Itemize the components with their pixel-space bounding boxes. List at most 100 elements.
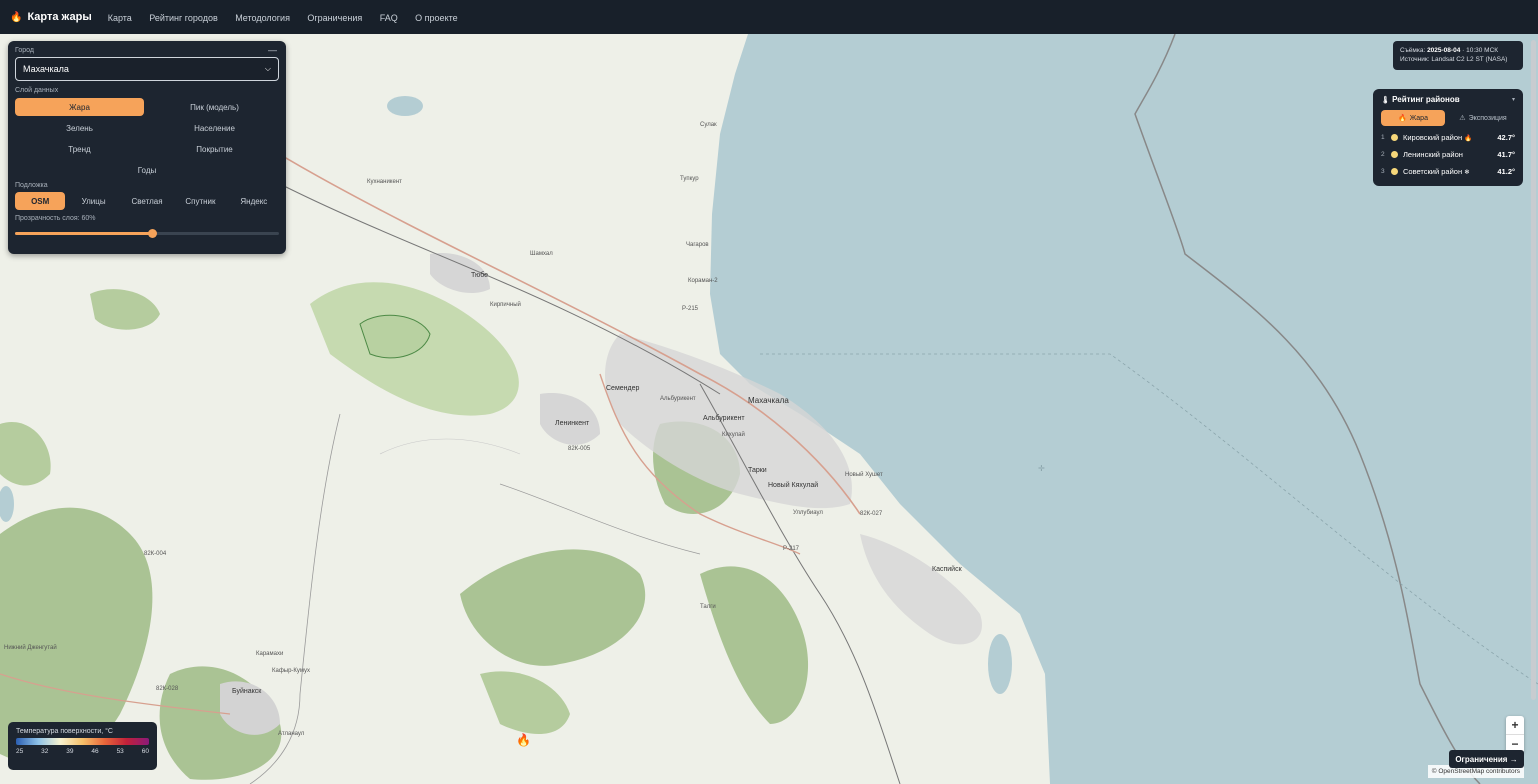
city-label: Город [15,47,34,54]
ranking-row[interactable]: 2 Ленинский район 41.7° [1381,146,1515,163]
district-temperature: 42.7° [1497,133,1515,142]
ranking-tab-exposure[interactable]: ⚠ Экспозиция [1451,110,1515,126]
basemap-button-yandex[interactable]: Яндекс [229,192,279,210]
basemap-button-osm[interactable]: OSM [15,192,66,210]
map-label: Альбурикент [703,415,745,422]
nav-link-limitations[interactable]: Ограничения [307,13,362,23]
map-label: Кораман-2 [688,278,718,284]
ranking-number: 1 [1381,134,1385,141]
limitations-button[interactable]: Ограничения → [1449,750,1524,768]
map-label: 82К-005 [568,446,591,452]
nav-link-faq[interactable]: FAQ [380,13,398,23]
map-label: Уллубиаул [793,510,823,516]
layer-button-years[interactable]: Годы [15,161,279,179]
basemap-button-light[interactable]: Светлая [122,192,172,210]
map-label: 82К-027 [860,511,883,517]
nav-link-city-rating[interactable]: Рейтинг городов [149,13,217,23]
flame-icon: 🔥 [1398,115,1407,122]
layer-button-coverage[interactable]: Покрытие [150,140,279,158]
legend-tick: 32 [41,748,49,755]
map-label: Чагаров [686,242,709,248]
map-label: Альбурикент [660,396,696,402]
map-label: Карамахи [256,651,284,657]
collapse-icon[interactable]: — [268,45,277,55]
acquisition-info: Съёмка: 2025-08-04 · 10:30 МСК Источник:… [1393,41,1523,70]
shot-time: · 10:30 МСК [1462,47,1499,54]
map-label: Кирпичный [490,302,521,308]
fire-marker-icon[interactable]: 🔥 [516,733,531,747]
layer-button-greenery[interactable]: Зелень [15,119,144,137]
basemap-button-streets[interactable]: Улицы [68,192,118,210]
ranking-tab-heat[interactable]: 🔥 Жара [1381,110,1445,126]
crosshair-icon: ✛ [1038,464,1045,473]
legend-tick: 25 [16,748,24,755]
district-name: Советский район ❄ [1403,167,1470,176]
layer-button-trend[interactable]: Тренд [15,140,144,158]
ranking-title: Рейтинг районов [1392,95,1460,104]
map-label: Ленинкент [555,420,590,427]
shot-date: 2025-08-04 [1427,47,1461,54]
nav-links: Карта Рейтинг городов Методология Ограни… [108,8,471,26]
layer-button-peak-model[interactable]: Пик (модель) [150,98,279,116]
layer-button-heat[interactable]: Жара [15,98,144,116]
map-label: Новый Кяхулай [768,482,819,489]
chevron-down-icon: ⌵ [264,64,271,73]
legend-color-bar [16,738,149,745]
basemap-label: Подложка [15,182,48,189]
heat-dot-icon [1391,134,1398,141]
brand[interactable]: 🔥 Карта жары [10,11,92,23]
map-label: Буйнакск [232,688,262,695]
map-label: Кяхулай [722,432,745,438]
ranking-number: 2 [1381,151,1385,158]
map-label: Новый Хушет [845,472,883,478]
map-label: Тюбе [471,272,489,279]
legend-tick: 53 [116,748,124,755]
map-label: Каспийск [932,566,962,573]
zoom-in-button[interactable]: + [1506,716,1524,734]
legend-ticks: 25 32 39 46 53 60 [16,748,149,755]
shot-label: Съёмка: [1400,47,1426,54]
map-label: Семендер [606,385,640,392]
map-label: Тупкур [680,176,699,182]
ranking-row[interactable]: 1 Кировский район 🔥 42.7° [1381,129,1515,146]
chevron-down-icon[interactable]: ▾ [1512,96,1515,103]
flame-icon: 🔥 [10,11,23,23]
ranking-number: 3 [1381,168,1385,175]
nav-link-about[interactable]: О проекте [415,13,457,23]
layer-button-population[interactable]: Население [150,119,279,137]
opacity-label: Прозрачность слоя: 60% [15,215,96,222]
city-select[interactable]: Махачкала ⌵ [15,57,279,81]
legend-tick: 46 [91,748,99,755]
coolest-mark-icon: ❄ [1464,169,1470,176]
heat-dot-icon [1391,168,1398,175]
slider-fill [15,232,153,235]
map-label: Р-215 [682,306,699,312]
map-label: Сулак [700,122,717,128]
map-label: Махачкала [748,396,789,405]
hottest-mark-icon: 🔥 [1464,135,1473,142]
slider-thumb[interactable] [148,229,158,238]
nav-link-map[interactable]: Карта [108,13,132,23]
map-label: Атланаул [278,731,305,737]
basemap-button-satellite[interactable]: Спутник [175,192,225,210]
map-label: Шамхал [530,251,553,257]
ranking-tab-heat-label: Жара [1409,114,1428,122]
control-panel: — Город Махачкала ⌵ Слой данных Жара Пик… [8,41,286,254]
map-label: Кафыр-Кумух [272,668,311,674]
heat-dot-icon [1391,151,1398,158]
map-label: 82К-004 [144,551,167,557]
opacity-slider[interactable] [15,229,279,238]
nav-link-methodology[interactable]: Методология [235,13,290,23]
source-text: Источник: Landsat C2 L2 ST (NASA) [1400,56,1508,63]
layers-label: Слой данных [15,87,59,94]
map-label: 82К-028 [156,686,179,692]
district-name: Кировский район 🔥 [1403,133,1473,142]
attribution-text: © OpenStreetMap contributors [1431,768,1520,775]
map-label: Тарки [748,467,767,474]
scrollbar[interactable] [1531,40,1536,700]
ranking-list: 1 Кировский район 🔥 42.7° 2 Ленинский рай… [1381,129,1515,180]
legend-title: Температура поверхности, °C [16,728,113,735]
district-temperature: 41.7° [1497,150,1515,159]
top-nav: 🔥 Карта жары Карта Рейтинг городов Метод… [0,0,1538,34]
ranking-row[interactable]: 3 Советский район ❄ 41.2° [1381,163,1515,180]
